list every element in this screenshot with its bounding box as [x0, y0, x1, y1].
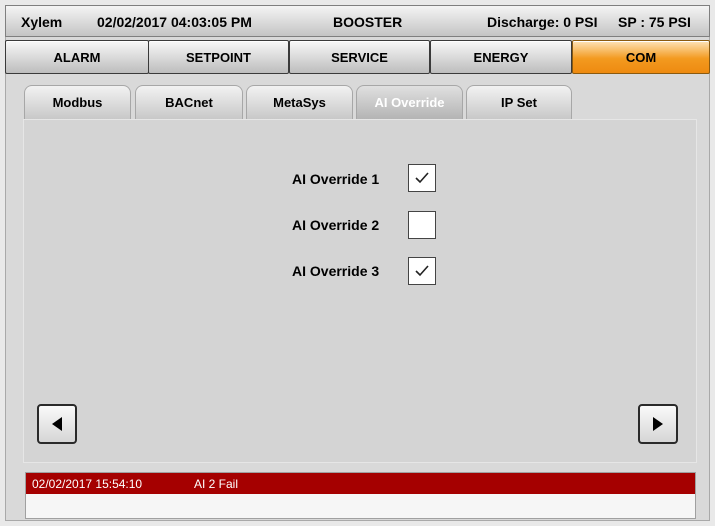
checkmark-icon [415, 265, 429, 277]
tab-alarm[interactable]: ALARM [5, 40, 149, 74]
ai-override-1-checkbox[interactable] [408, 164, 436, 192]
subtab-modbus[interactable]: Modbus [24, 85, 131, 119]
tab-service-label: SERVICE [331, 49, 388, 65]
alarm-timestamp: 02/02/2017 15:54:10 [32, 477, 143, 491]
subtab-bacnet-label: BACnet [165, 95, 213, 110]
datetime-display: 02/02/2017 04:03:05 PM [97, 14, 252, 30]
subtab-bacnet[interactable]: BACnet [135, 85, 243, 119]
subtab-modbus-label: Modbus [52, 95, 103, 110]
mode-display: BOOSTER [333, 14, 403, 30]
next-page-button[interactable] [638, 404, 678, 444]
tab-service[interactable]: SERVICE [289, 40, 430, 74]
alarm-list: 02/02/2017 15:54:10 AI 2 Fail [25, 472, 696, 519]
ai-override-2-checkbox[interactable] [408, 211, 436, 239]
discharge-pressure: Discharge: 0 PSI [487, 14, 598, 30]
status-header: Xylem 02/02/2017 04:03:05 PM BOOSTER Dis… [5, 5, 710, 37]
previous-page-button[interactable] [37, 404, 77, 444]
tab-energy[interactable]: ENERGY [430, 40, 572, 74]
triangle-left-icon [52, 417, 62, 431]
subtab-metasys[interactable]: MetaSys [246, 85, 353, 119]
ai-override-1-label: AI Override 1 [292, 171, 380, 187]
app-name: Xylem [21, 14, 63, 30]
alarm-message: AI 2 Fail [194, 477, 239, 491]
alarm-row[interactable]: 02/02/2017 15:54:10 AI 2 Fail [26, 473, 695, 494]
tab-com-label: COM [625, 49, 657, 65]
tab-alarm-label: ALARM [53, 49, 101, 65]
main-tab-bar: ALARM SETPOINT SERVICE ENERGY COM [5, 40, 710, 74]
tab-setpoint-label: SETPOINT [185, 49, 251, 65]
tab-com[interactable]: COM [572, 40, 710, 74]
subtab-ip-set-label: IP Set [501, 95, 537, 110]
subtab-ip-set[interactable]: IP Set [466, 85, 572, 119]
subtab-ai-override-label: AI Override [374, 95, 445, 110]
subtab-ai-override[interactable]: AI Override [356, 85, 463, 119]
ai-override-3-label: AI Override 3 [292, 263, 380, 279]
tab-energy-label: ENERGY [473, 49, 529, 65]
subtab-metasys-label: MetaSys [273, 95, 326, 110]
ai-override-2-label: AI Override 2 [292, 217, 380, 233]
checkmark-icon [415, 172, 429, 184]
ai-override-3-checkbox[interactable] [408, 257, 436, 285]
tab-setpoint[interactable]: SETPOINT [148, 40, 289, 74]
setpoint-display: SP : 75 PSI [618, 14, 691, 30]
triangle-right-icon [653, 417, 663, 431]
